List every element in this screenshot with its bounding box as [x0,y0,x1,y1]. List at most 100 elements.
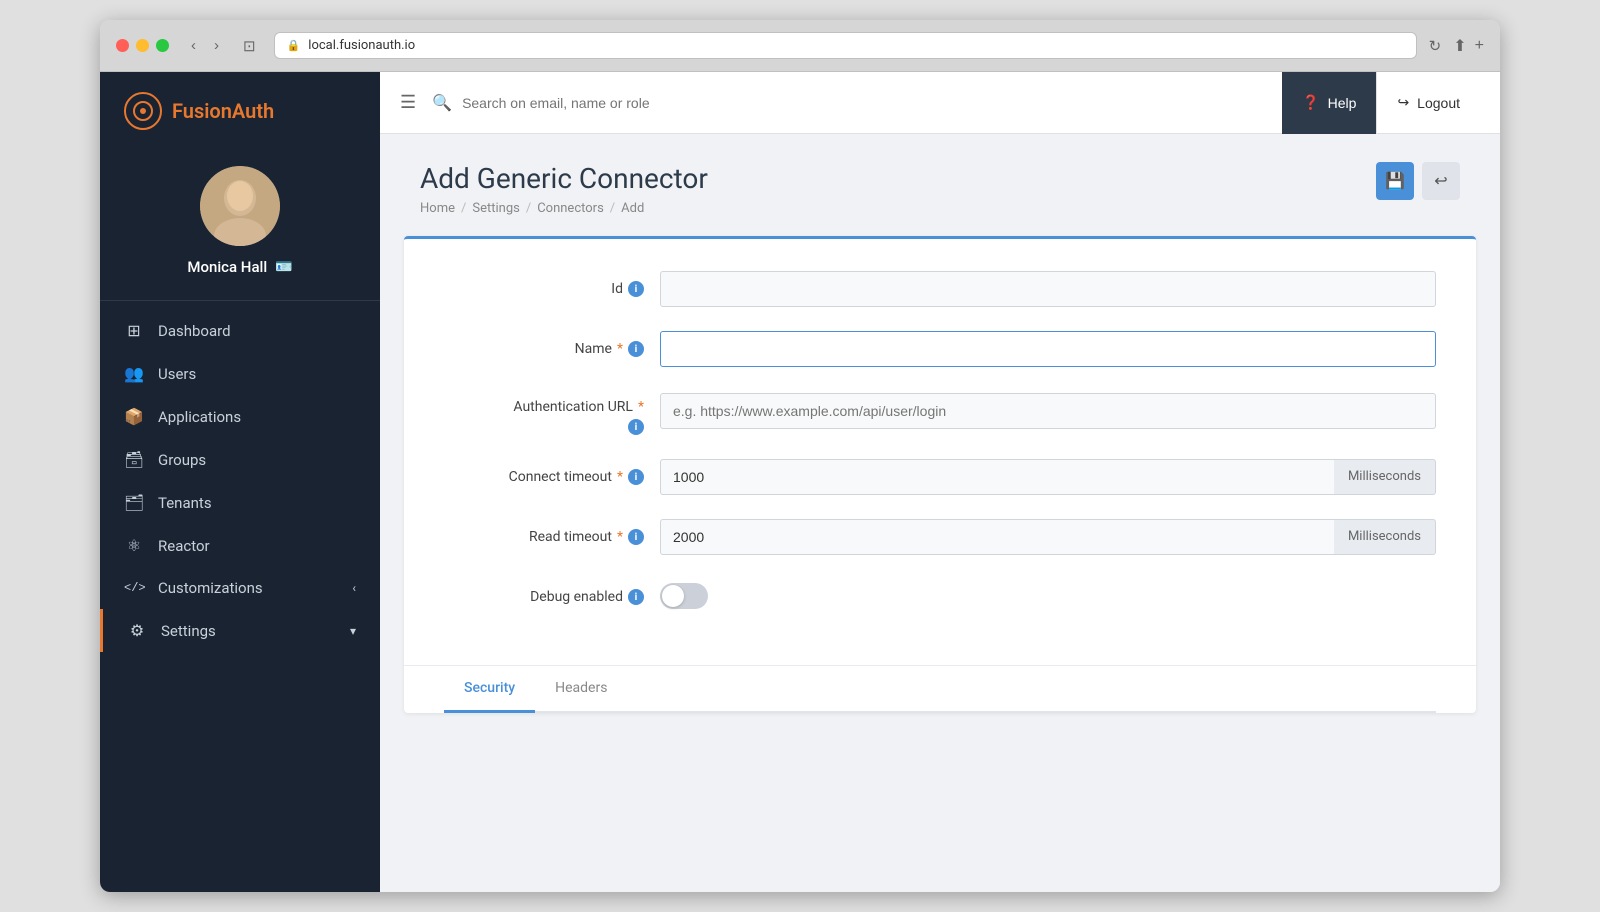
page-title: Add Generic Connector [420,162,708,195]
sidebar-item-tenants[interactable]: 🗂 Tenants [100,481,380,524]
sidebar-item-label: Applications [158,408,241,426]
id-input[interactable] [660,271,1436,307]
read-timeout-unit: Milliseconds [1334,519,1436,555]
auth-url-label: Authentication URL* i [444,391,644,435]
sidebar-item-reactor[interactable]: ⚛ Reactor [100,524,380,567]
settings-icon: ⚙ [127,621,147,640]
name-input[interactable] [660,331,1436,367]
debug-info-icon[interactable]: i [628,589,644,605]
user-profile: Monica Hall 🪪 [100,150,380,301]
reactor-icon: ⚛ [124,536,144,555]
read-timeout-field-row: Read timeout* i Milliseconds [444,519,1436,555]
connect-timeout-field-row: Connect timeout* i Milliseconds [444,459,1436,495]
collapse-icon: ‹ [352,581,356,595]
debug-toggle[interactable] [660,583,708,609]
tab-security[interactable]: Security [444,666,535,713]
groups-icon: 🗃 [124,450,144,469]
reload-button[interactable]: ↻ [1429,37,1442,55]
search-icon: 🔍 [432,93,452,112]
share-button[interactable]: ⬆ [1453,36,1466,56]
read-timeout-info-icon[interactable]: i [628,529,644,545]
url-text: local.fusionauth.io [308,38,415,53]
breadcrumb-settings[interactable]: Settings [472,201,519,216]
sidebar-item-customizations[interactable]: </> Customizations ‹ [100,567,380,609]
breadcrumb-home[interactable]: Home [420,201,455,216]
id-label: Id i [444,271,644,297]
connect-timeout-input[interactable] [660,459,1334,495]
breadcrumb-add: Add [621,201,644,216]
auth-url-info-icon[interactable]: i [628,419,644,435]
connect-timeout-label: Connect timeout* i [444,459,644,485]
sidebar-item-users[interactable]: 👥 Users [100,352,380,395]
name-field-row: Name* i [444,331,1436,367]
user-name: Monica Hall 🪪 [187,258,292,276]
new-tab-button[interactable]: + [1475,36,1484,56]
help-button[interactable]: ❓ Help [1282,72,1376,134]
tabs-section: Security Headers [404,665,1476,713]
tenants-icon: 🗂 [124,493,144,512]
search-area: 🔍 [432,93,1282,112]
forward-button[interactable]: › [208,34,225,57]
users-icon: 👥 [124,364,144,383]
id-field-row: Id i [444,271,1436,307]
sidebar-item-label: Dashboard [158,322,231,340]
sidebar-item-groups[interactable]: 🗃 Groups [100,438,380,481]
sidebar-item-label: Tenants [158,494,212,512]
back-button[interactable]: ‹ [185,34,202,57]
connect-timeout-info-icon[interactable]: i [628,469,644,485]
tabs-nav: Security Headers [444,666,1436,713]
breadcrumb-connectors[interactable]: Connectors [537,201,604,216]
browser-window-controls [116,39,169,52]
expand-icon: ▾ [350,624,356,638]
back-icon: ↩ [1434,171,1447,191]
sidebar-item-dashboard[interactable]: ⊞ Dashboard [100,309,380,352]
auth-url-input[interactable] [660,393,1436,429]
sidebar-item-settings[interactable]: ⚙ Settings ▾ [100,609,380,652]
minimize-window-button[interactable] [136,39,149,52]
user-card-icon: 🪪 [275,259,292,275]
name-info-icon[interactable]: i [628,341,644,357]
sidebar-item-label: Groups [158,451,206,469]
close-window-button[interactable] [116,39,129,52]
sidebar: FusionAuth Monica [100,72,380,892]
sidebar-item-label: Reactor [158,537,210,555]
back-button[interactable]: ↩ [1422,162,1460,200]
read-timeout-label: Read timeout* i [444,519,644,545]
sidebar-item-label: Users [158,365,196,383]
topbar-actions: ❓ Help ↪ Logout [1282,72,1480,134]
debug-enabled-field-row: Debug enabled i [444,579,1436,609]
logout-icon: ↪ [1397,94,1409,111]
sidebar-item-applications[interactable]: 📦 Applications [100,395,380,438]
save-icon: 💾 [1385,171,1405,191]
logo-text: FusionAuth [172,99,274,123]
form-card: Id i Name* i [404,236,1476,713]
debug-enabled-label: Debug enabled i [444,579,644,605]
avatar-image [200,166,280,246]
page-actions: 💾 ↩ [1376,162,1460,200]
address-bar[interactable]: 🔒 local.fusionauth.io [274,32,1417,59]
help-icon: ❓ [1302,94,1319,111]
save-button[interactable]: 💾 [1376,162,1414,200]
topbar: ☰ 🔍 ❓ Help ↪ Logout [380,72,1500,134]
logo: FusionAuth [100,72,380,150]
dashboard-icon: ⊞ [124,321,144,340]
maximize-window-button[interactable] [156,39,169,52]
menu-icon[interactable]: ☰ [400,92,416,113]
lock-icon: 🔒 [287,39,301,52]
logo-icon [124,92,162,130]
sidebar-item-label: Settings [161,622,216,640]
search-input[interactable] [462,95,762,111]
main-content: Add Generic Connector Home / Settings / … [380,134,1500,892]
logout-button[interactable]: ↪ Logout [1376,72,1480,134]
connect-timeout-unit: Milliseconds [1334,459,1436,495]
customizations-icon: </> [124,581,144,595]
applications-icon: 📦 [124,407,144,426]
sidebar-toggle-button[interactable]: ⊡ [237,34,262,58]
sidebar-navigation: ⊞ Dashboard 👥 Users 📦 Applications 🗃 Gro… [100,301,380,892]
page-header: Add Generic Connector Home / Settings / … [380,134,1500,236]
read-timeout-input[interactable] [660,519,1334,555]
breadcrumb: Home / Settings / Connectors / Add [420,201,708,216]
sidebar-item-label: Customizations [158,579,263,597]
tab-headers[interactable]: Headers [535,666,627,713]
id-info-icon[interactable]: i [628,281,644,297]
